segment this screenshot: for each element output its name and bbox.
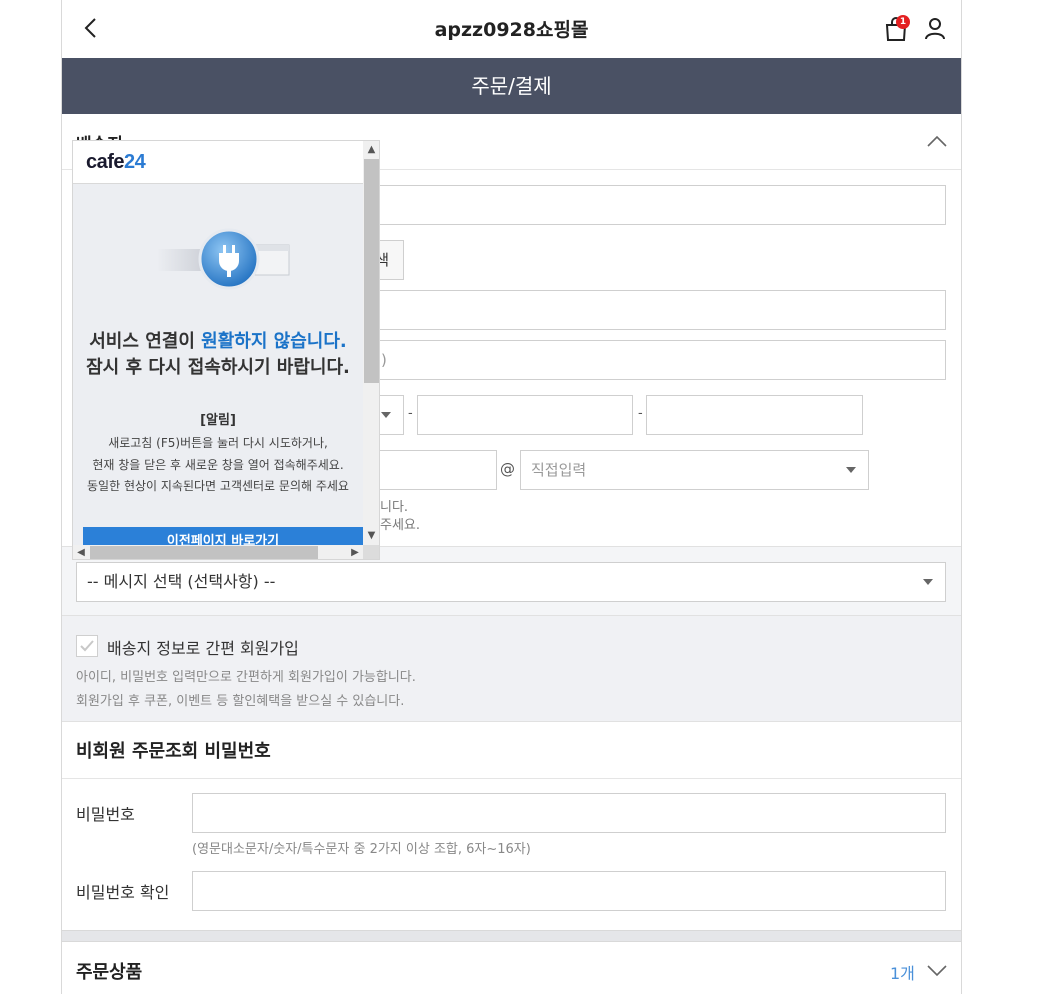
dropdown-caret-icon — [381, 412, 391, 418]
dropdown-caret-icon — [923, 579, 933, 585]
phone-dash: - — [408, 406, 413, 421]
order-items-title: 주문상품 — [76, 962, 143, 983]
user-icon[interactable] — [924, 16, 946, 40]
email-domain-value: 직접입력 — [531, 461, 587, 479]
phone-middle-input[interactable] — [417, 395, 633, 435]
email-domain-select[interactable]: 직접입력 — [520, 450, 869, 490]
scroll-right-icon[interactable]: ▶ — [347, 545, 363, 559]
quick-join-section: 배송지 정보로 간편 회원가입 아이디, 비밀번호 입력만으로 간편하게 회원가… — [62, 615, 961, 722]
service-error-popup: cafe24 서비스 연결이 원활하지 않습니다. 잠시 후 다시 접속하시기 … — [72, 140, 380, 560]
quick-join-desc1: 아이디, 비밀번호 입력만으로 간편하게 회원가입이 가능합니다. — [76, 670, 416, 685]
order-items-count: 1개 — [890, 964, 915, 983]
scroll-thumb[interactable] — [364, 159, 379, 383]
email-at-sign: @ — [500, 460, 515, 478]
guest-password-title: 비회원 주문조회 비밀번호 — [76, 741, 271, 762]
password-label: 비밀번호 — [76, 805, 135, 824]
popup-notice-line1: 새로고침 (F5)버튼을 눌러 다시 시도하거나, — [108, 436, 328, 450]
password-confirm-input[interactable] — [192, 871, 946, 911]
popup-vertical-scrollbar[interactable]: ▲ ▼ — [363, 141, 379, 545]
phone-last-input[interactable] — [646, 395, 863, 435]
popup-header: cafe24 — [73, 141, 363, 184]
scroll-thumb[interactable] — [90, 546, 318, 559]
cart-count-badge: 1 — [896, 15, 910, 29]
shop-name[interactable]: apzz0928쇼핑몰 — [62, 15, 961, 42]
popup-notice-line2: 현재 창을 닫은 후 새로운 창을 열어 접속해주세요. — [92, 458, 344, 472]
scroll-up-icon[interactable]: ▲ — [363, 141, 379, 158]
scroll-left-icon[interactable]: ◀ — [73, 545, 89, 559]
quick-join-checkbox[interactable] — [76, 635, 98, 657]
quick-join-desc2: 회원가입 후 쿠폰, 이벤트 등 할인혜택을 받으실 수 있습니다. — [76, 694, 405, 709]
password-hint: (영문대소문자/숫자/특수문자 중 2가지 이상 조합, 6자~16자) — [192, 842, 531, 857]
delivery-message-value: -- 메시지 선택 (선택사항) -- — [87, 572, 276, 591]
quick-join-label[interactable]: 배송지 정보로 간편 회원가입 — [107, 635, 299, 659]
phone-dash: - — [638, 406, 643, 421]
top-header: apzz0928쇼핑몰 1 — [62, 0, 961, 58]
cafe24-logo: cafe24 — [86, 151, 146, 173]
chevron-up-icon[interactable] — [926, 134, 948, 148]
checkmark-icon — [80, 640, 94, 652]
password-confirm-label: 비밀번호 확인 — [76, 883, 170, 902]
order-items-header[interactable]: 주문상품 1개 — [62, 941, 961, 994]
guest-password-header: 비회원 주문조회 비밀번호 — [62, 721, 961, 779]
email-hint-line2: 주세요. — [380, 518, 421, 533]
scrollbar-corner — [363, 545, 379, 559]
delivery-message-select[interactable]: -- 메시지 선택 (선택사항) -- — [76, 562, 946, 602]
popup-message-line1: 서비스 연결이 원활하지 않습니다. — [89, 331, 347, 352]
scroll-down-icon[interactable]: ▼ — [363, 527, 379, 544]
popup-notice-title: [알림] — [200, 413, 236, 428]
popup-message-line2: 잠시 후 다시 접속하시기 바랍니다. — [86, 357, 350, 378]
email-hint-line1: 니다. — [380, 500, 409, 515]
page-title: 주문/결제 — [62, 58, 961, 114]
plug-icon — [157, 228, 290, 290]
password-input[interactable] — [192, 793, 946, 833]
popup-notice-line3: 동일한 현상이 지속된다면 고객센터로 문의해 주세요 — [87, 479, 349, 493]
popup-horizontal-scrollbar[interactable]: ◀ ▶ — [73, 545, 363, 559]
chevron-down-icon[interactable] — [926, 964, 948, 978]
dropdown-caret-icon — [846, 467, 856, 473]
